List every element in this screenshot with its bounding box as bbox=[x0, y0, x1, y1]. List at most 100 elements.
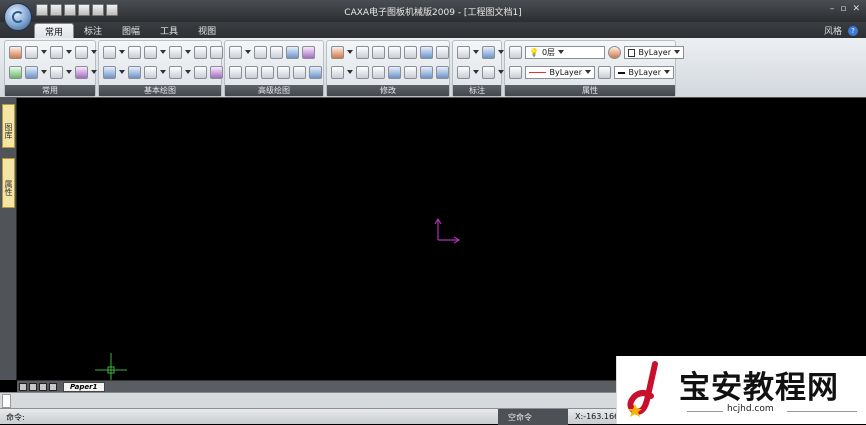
ellipse-icon[interactable] bbox=[270, 46, 283, 59]
chamfer-icon[interactable] bbox=[404, 66, 417, 79]
library-tab[interactable]: 图库 bbox=[2, 104, 15, 148]
chevron-down-icon[interactable] bbox=[119, 50, 125, 55]
mirror-copy-icon[interactable] bbox=[372, 46, 385, 59]
erase-icon[interactable] bbox=[331, 46, 344, 59]
rectangle-icon[interactable] bbox=[194, 46, 207, 59]
stretch-icon[interactable] bbox=[436, 66, 449, 79]
dimension-icon[interactable] bbox=[457, 46, 470, 59]
angle-line-icon[interactable] bbox=[254, 46, 267, 59]
tab-annotate[interactable]: 标注 bbox=[74, 23, 112, 38]
circle-icon[interactable] bbox=[144, 46, 157, 59]
chevron-down-icon[interactable] bbox=[160, 70, 166, 75]
text-icon[interactable] bbox=[103, 66, 116, 79]
array-icon[interactable] bbox=[420, 46, 433, 59]
drawing-canvas[interactable] bbox=[17, 98, 866, 383]
style-menu[interactable]: 风格 bbox=[824, 24, 842, 37]
view-manager-icon[interactable] bbox=[75, 66, 88, 79]
block-icon[interactable] bbox=[144, 66, 157, 79]
last-layout-button[interactable] bbox=[49, 383, 57, 391]
hatch-icon[interactable] bbox=[194, 66, 207, 79]
tab-tools[interactable]: 工具 bbox=[150, 23, 188, 38]
restore-button[interactable]: ▫ bbox=[840, 4, 846, 14]
explode-icon[interactable] bbox=[420, 66, 433, 79]
canvas-overlay bbox=[95, 217, 461, 383]
rotate-icon[interactable] bbox=[404, 46, 417, 59]
next-layout-button[interactable] bbox=[39, 383, 47, 391]
chevron-down-icon[interactable] bbox=[473, 50, 479, 55]
window-title: CAXA电子图板机械版2009 - [工程图文档1] bbox=[344, 8, 522, 18]
linetype-combo[interactable]: ByLayer bbox=[525, 66, 595, 79]
refresh-icon[interactable] bbox=[9, 66, 22, 79]
mirror-icon[interactable] bbox=[388, 46, 401, 59]
scale-icon[interactable] bbox=[436, 46, 449, 59]
offset-icon[interactable] bbox=[331, 66, 344, 79]
help-icon[interactable]: ? bbox=[848, 25, 858, 36]
color-combo[interactable]: ByLayer bbox=[624, 46, 684, 59]
close-button[interactable]: ✕ bbox=[852, 4, 860, 14]
leader-icon[interactable] bbox=[457, 66, 470, 79]
hole-icon[interactable] bbox=[302, 46, 315, 59]
extend-icon[interactable] bbox=[372, 66, 385, 79]
paste-icon[interactable] bbox=[50, 46, 63, 59]
chevron-down-icon[interactable] bbox=[160, 50, 166, 55]
layer-combo[interactable]: 💡 0层 bbox=[525, 46, 605, 59]
zoom-icon[interactable] bbox=[25, 66, 38, 79]
chevron-down-icon[interactable] bbox=[185, 70, 191, 75]
chevron-down-icon[interactable] bbox=[245, 50, 251, 55]
dim-style-icon[interactable] bbox=[482, 66, 495, 79]
color-wheel-icon[interactable] bbox=[608, 46, 621, 59]
application-menu-button[interactable] bbox=[4, 3, 32, 31]
parallel-line-icon[interactable] bbox=[128, 46, 141, 59]
chevron-down-icon[interactable] bbox=[347, 50, 353, 55]
properties-tab[interactable]: 属性 bbox=[2, 158, 15, 208]
polyline-icon[interactable] bbox=[210, 46, 223, 59]
chevron-down-icon[interactable] bbox=[119, 70, 125, 75]
chevron-down-icon[interactable] bbox=[347, 70, 353, 75]
first-layout-button[interactable] bbox=[19, 383, 27, 391]
fill-icon[interactable] bbox=[309, 66, 322, 79]
polygon-icon[interactable] bbox=[286, 46, 299, 59]
basic-draw-row-2 bbox=[103, 66, 223, 79]
chevron-down-icon[interactable] bbox=[91, 70, 97, 75]
format-painter-icon[interactable] bbox=[75, 46, 88, 59]
cut-icon[interactable] bbox=[9, 46, 22, 59]
chevron-down-icon[interactable] bbox=[41, 70, 47, 75]
table-icon[interactable] bbox=[169, 66, 182, 79]
chevron-down-icon[interactable] bbox=[473, 70, 479, 75]
layer-manager-icon[interactable] bbox=[509, 46, 522, 59]
wave-line-icon[interactable] bbox=[245, 66, 258, 79]
watermark-divider bbox=[787, 411, 857, 412]
image-icon[interactable] bbox=[210, 66, 223, 79]
linetype-icon[interactable] bbox=[509, 66, 522, 79]
chevron-down-icon[interactable] bbox=[66, 50, 72, 55]
group-advanced-draw: 高级绘图 bbox=[224, 40, 324, 97]
arc-icon[interactable] bbox=[169, 46, 182, 59]
prev-layout-button[interactable] bbox=[29, 383, 37, 391]
tab-paper1[interactable]: Paper1 bbox=[63, 382, 105, 392]
tolerance-icon[interactable] bbox=[482, 46, 495, 59]
fillet-icon[interactable] bbox=[388, 66, 401, 79]
centerline-icon[interactable] bbox=[128, 66, 141, 79]
double-line-icon[interactable] bbox=[229, 66, 242, 79]
group-label: 基本绘图 bbox=[99, 85, 221, 96]
tab-view[interactable]: 视图 bbox=[188, 23, 226, 38]
command-window-grip[interactable] bbox=[2, 394, 11, 408]
chevron-down-icon[interactable] bbox=[185, 50, 191, 55]
tab-common[interactable]: 常用 bbox=[34, 23, 75, 38]
chevron-down-icon[interactable] bbox=[66, 70, 72, 75]
line-icon[interactable] bbox=[103, 46, 116, 59]
chevron-down-icon[interactable] bbox=[41, 50, 47, 55]
lineweight-combo[interactable]: ByLayer bbox=[614, 66, 674, 79]
spline-icon[interactable] bbox=[229, 46, 242, 59]
gear-icon[interactable] bbox=[293, 66, 306, 79]
lineweight-icon[interactable] bbox=[598, 66, 611, 79]
pan-icon[interactable] bbox=[50, 66, 63, 79]
break-line-icon[interactable] bbox=[261, 66, 274, 79]
move-icon[interactable] bbox=[356, 46, 369, 59]
minimize-button[interactable]: – bbox=[830, 4, 835, 14]
arrow-icon[interactable] bbox=[277, 66, 290, 79]
trim-icon[interactable] bbox=[356, 66, 369, 79]
copy-icon[interactable] bbox=[25, 46, 38, 59]
chevron-down-icon[interactable] bbox=[91, 50, 97, 55]
tab-sheet[interactable]: 图幅 bbox=[112, 23, 150, 38]
